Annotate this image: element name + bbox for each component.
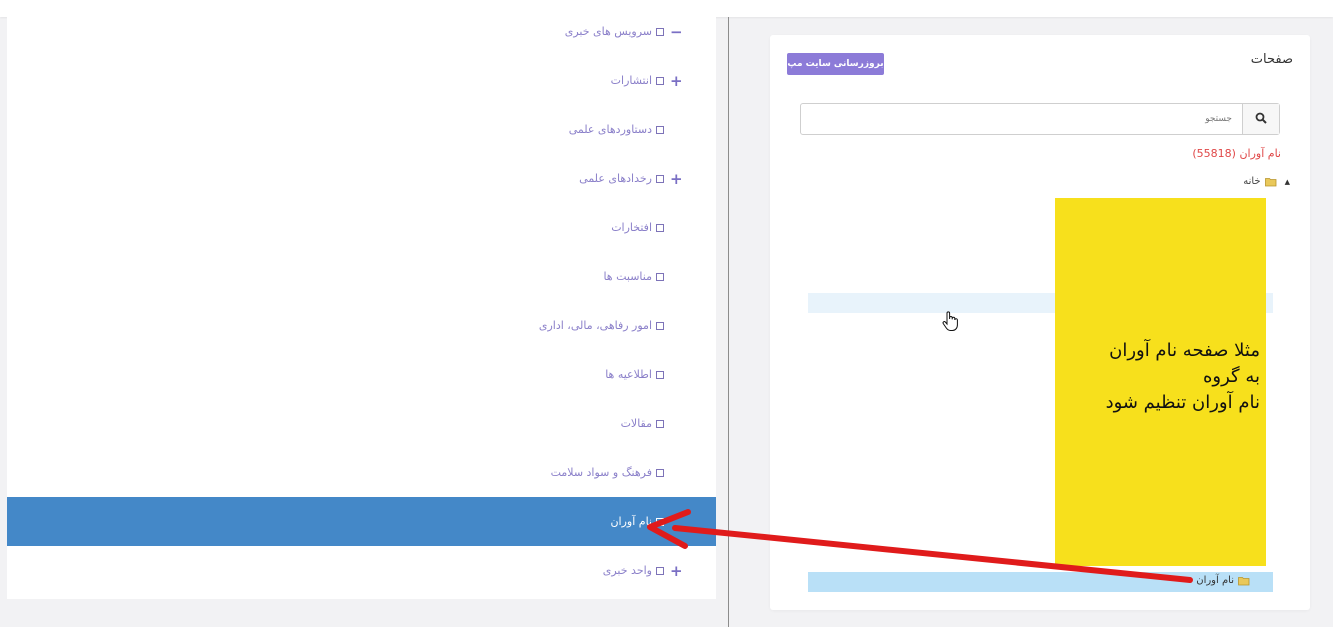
group-item[interactable]: دستاوردهای علمی xyxy=(7,105,716,154)
search-box xyxy=(800,103,1280,135)
expand-icon[interactable]: + xyxy=(670,170,683,188)
search-icon xyxy=(1255,112,1267,127)
annotation-line: مثلا صفحه نام آوران xyxy=(1109,340,1260,361)
checkbox-icon[interactable] xyxy=(656,27,664,36)
group-item[interactable]: افتخارات xyxy=(7,203,716,252)
checkbox-icon[interactable] xyxy=(656,468,664,477)
checkbox-icon[interactable] xyxy=(656,76,664,85)
group-item-label: نام آوران xyxy=(610,515,652,528)
group-list-panel: سرویس های خبری − انتشارات + دستاوردهای علمی ر… xyxy=(7,17,716,599)
annotation-line: به گروه xyxy=(1202,366,1260,387)
expand-icon[interactable]: + xyxy=(670,72,683,90)
selected-group-count: نام آوران (55818) xyxy=(1192,147,1281,160)
group-item-label: واحد خبری xyxy=(602,564,652,577)
checkbox-icon[interactable] xyxy=(656,174,664,183)
checkbox-icon[interactable] xyxy=(656,321,664,330)
group-item[interactable]: فرهنگ و سواد سلامت xyxy=(7,448,716,497)
checkbox-icon[interactable] xyxy=(656,272,664,281)
group-item[interactable]: مناسبت ها xyxy=(7,252,716,301)
tree-item-label: خانه xyxy=(1243,176,1261,187)
group-item[interactable]: رخدادهای علمی + xyxy=(7,154,716,203)
tree-node-home[interactable]: خانه ▲ xyxy=(1243,176,1290,187)
group-item-label: افتخارات xyxy=(611,221,652,234)
group-item[interactable]: مقالات xyxy=(7,399,716,448)
group-item[interactable]: واحد خبری + xyxy=(7,546,716,595)
group-item-label: مقالات xyxy=(620,417,652,430)
group-item[interactable]: انتشارات + xyxy=(7,56,716,105)
checkbox-icon[interactable] xyxy=(656,566,664,575)
search-button[interactable] xyxy=(1242,104,1279,134)
folder-icon xyxy=(1264,177,1277,187)
checked-checkbox-icon[interactable] xyxy=(656,517,664,526)
group-item[interactable]: اطلاعیه ها xyxy=(7,350,716,399)
group-item[interactable]: امور رفاهی، مالی، اداری xyxy=(7,301,716,350)
hand-cursor-icon xyxy=(942,311,960,336)
group-item-label: دستاوردهای علمی xyxy=(568,123,652,136)
group-item[interactable]: سرویس های خبری − xyxy=(7,7,716,56)
group-item-label: فرهنگ و سواد سلامت xyxy=(550,466,652,479)
tree-item-label: نام آوران xyxy=(1196,575,1234,586)
update-sitemap-button[interactable]: بروزرسانی سایت مپ xyxy=(787,53,884,75)
search-input[interactable] xyxy=(801,104,1242,134)
group-item-label: سرویس های خبری xyxy=(564,25,652,38)
checkbox-icon[interactable] xyxy=(656,370,664,379)
checkbox-icon[interactable] xyxy=(656,125,664,134)
group-item[interactable]: نام آوران xyxy=(7,497,716,546)
annotation-line: نام آوران تنظیم شود xyxy=(1105,392,1260,413)
tree-expand-icon[interactable]: ▲ xyxy=(1285,178,1290,186)
group-item-label: مناسبت ها xyxy=(603,270,652,283)
folder-icon xyxy=(1238,576,1250,586)
checkbox-icon[interactable] xyxy=(656,223,664,232)
pages-panel-title: صفحات xyxy=(1250,52,1293,67)
group-item-label: امور رفاهی، مالی، اداری xyxy=(538,319,652,332)
expand-icon[interactable]: + xyxy=(670,562,683,580)
checkbox-icon[interactable] xyxy=(656,419,664,428)
group-item-label: انتشارات xyxy=(610,74,652,87)
group-item-label: اطلاعیه ها xyxy=(605,368,652,381)
annotation-note: مثلا صفحه نام آوران به گروه نام آوران تن… xyxy=(1055,198,1266,566)
collapse-icon[interactable]: − xyxy=(670,23,683,41)
group-item-label: رخدادهای علمی xyxy=(579,172,652,185)
tree-node-selected[interactable]: نام آوران xyxy=(1196,575,1250,586)
panel-divider xyxy=(728,17,729,627)
